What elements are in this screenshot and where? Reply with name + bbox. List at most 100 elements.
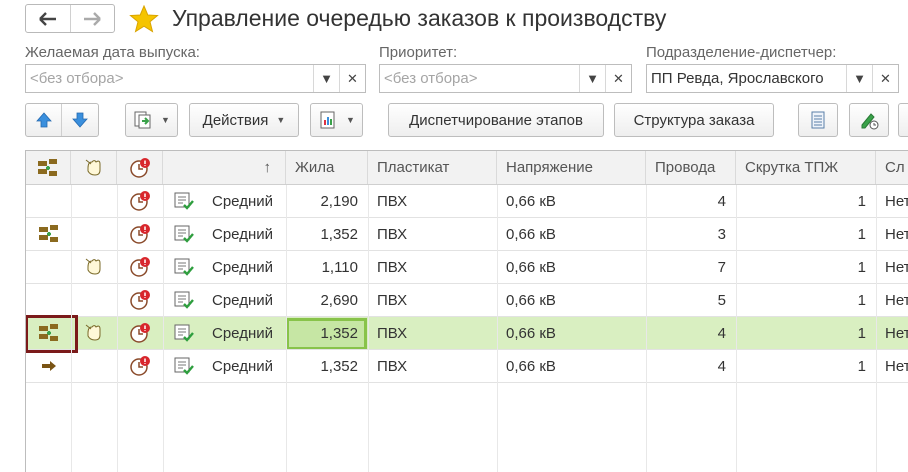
row-wires[interactable]: 4 (646, 317, 736, 349)
move-down-button[interactable] (62, 104, 98, 136)
row-voltage[interactable]: 0,66 кВ (497, 218, 646, 250)
filter-date-value[interactable]: <без отбора> (26, 65, 313, 92)
header-core[interactable]: Жила (286, 151, 368, 184)
row-last[interactable]: Нет (876, 251, 908, 283)
dispatch-stages-button[interactable]: Диспетчирование этапов (388, 103, 604, 137)
row-doc-cell[interactable] (173, 251, 203, 283)
row-plastic[interactable]: ПВХ (368, 185, 497, 217)
table-row[interactable]: Средний 1,352 ПВХ 0,66 кВ 4 1 Нет (26, 317, 908, 350)
row-reorder-cell[interactable] (26, 350, 71, 382)
row-priority[interactable]: Средний (212, 218, 286, 250)
edit-history-button[interactable] (849, 103, 889, 137)
table-row[interactable]: Средний 1,352 ПВХ 0,66 кВ 4 1 Нет (26, 350, 908, 383)
row-deadline-cell[interactable] (117, 350, 163, 382)
row-twist[interactable]: 1 (736, 251, 876, 283)
row-deadline-cell[interactable] (117, 317, 163, 349)
row-plastic[interactable]: ПВХ (368, 284, 497, 316)
row-reorder-cell[interactable] (26, 284, 71, 316)
header-twist[interactable]: Скрутка ТПЖ (736, 151, 876, 184)
move-up-button[interactable] (26, 104, 62, 136)
row-voltage[interactable]: 0,66 кВ (497, 284, 646, 316)
row-plastic[interactable]: ПВХ (368, 317, 497, 349)
row-core[interactable]: 1,110 (286, 251, 368, 283)
filter-priority-clear-button[interactable]: ✕ (605, 65, 631, 92)
row-priority[interactable]: Средний (212, 350, 286, 382)
row-twist[interactable]: 1 (736, 317, 876, 349)
row-wires[interactable]: 4 (646, 185, 736, 217)
row-priority[interactable]: Средний (212, 284, 286, 316)
row-priority[interactable]: Средний (212, 185, 286, 217)
row-last[interactable]: Нет (876, 218, 908, 250)
header-last[interactable]: Сл (876, 151, 908, 184)
row-wires[interactable]: 7 (646, 251, 736, 283)
header-deadline-column[interactable] (117, 151, 163, 184)
filter-priority-value[interactable]: <без отбора> (380, 65, 579, 92)
row-deadline-cell[interactable] (117, 218, 163, 250)
row-doc-cell[interactable] (173, 284, 203, 316)
table-row[interactable]: Средний 1,110 ПВХ 0,66 кВ 7 1 Нет (26, 251, 908, 284)
row-stop-cell[interactable] (71, 251, 117, 283)
row-last[interactable]: Нет (876, 350, 908, 382)
filter-department-value[interactable]: ПП Ревда, Ярославского (647, 65, 846, 92)
row-stop-cell[interactable] (71, 284, 117, 316)
row-twist[interactable]: 1 (736, 350, 876, 382)
filter-date-dropdown-button[interactable]: ▼ (313, 65, 339, 92)
row-plastic[interactable]: ПВХ (368, 218, 497, 250)
row-reorder-cell[interactable] (26, 218, 71, 250)
row-reorder-cell[interactable] (26, 185, 71, 217)
list-view-button[interactable] (798, 103, 838, 137)
header-reorder-column[interactable] (26, 151, 71, 184)
row-voltage[interactable]: 0,66 кВ (497, 251, 646, 283)
order-structure-button[interactable]: Структура заказа (614, 103, 774, 137)
table-row[interactable]: Средний 2,190 ПВХ 0,66 кВ 4 1 Нет (26, 185, 908, 218)
row-twist[interactable]: 1 (736, 284, 876, 316)
filter-priority-field[interactable]: <без отбора> ▼ ✕ (379, 64, 632, 93)
row-voltage[interactable]: 0,66 кВ (497, 185, 646, 217)
row-reorder-cell[interactable] (26, 251, 71, 283)
row-twist[interactable]: 1 (736, 218, 876, 250)
header-stop-column[interactable] (71, 151, 117, 184)
row-doc-cell[interactable] (173, 317, 203, 349)
forward-button[interactable] (69, 5, 115, 32)
row-wires[interactable]: 5 (646, 284, 736, 316)
row-plastic[interactable]: ПВХ (368, 251, 497, 283)
row-deadline-cell[interactable] (117, 251, 163, 283)
row-twist[interactable]: 1 (736, 185, 876, 217)
header-priority-column[interactable]: ↑ (163, 151, 286, 184)
row-core[interactable]: 1,352 (286, 317, 368, 349)
row-last[interactable]: Нет (876, 317, 908, 349)
actions-button[interactable]: Действия ▼ (189, 103, 299, 137)
row-deadline-cell[interactable] (117, 185, 163, 217)
header-plastic[interactable]: Пластикат (368, 151, 497, 184)
row-wires[interactable]: 4 (646, 350, 736, 382)
back-button[interactable] (26, 5, 70, 32)
create-based-on-button[interactable]: ▼ (125, 103, 178, 137)
filter-department-clear-button[interactable]: ✕ (872, 65, 898, 92)
row-last[interactable]: Нет (876, 185, 908, 217)
favorite-star-icon[interactable] (129, 5, 159, 33)
row-doc-cell[interactable] (173, 350, 203, 382)
row-core[interactable]: 1,352 (286, 218, 368, 250)
row-stop-cell[interactable] (71, 185, 117, 217)
table-row[interactable]: Средний 2,690 ПВХ 0,66 кВ 5 1 Нет (26, 284, 908, 317)
reports-button[interactable]: ▼ (310, 103, 363, 137)
row-doc-cell[interactable] (173, 185, 203, 217)
row-core[interactable]: 2,190 (286, 185, 368, 217)
table-row[interactable]: Средний 1,352 ПВХ 0,66 кВ 3 1 Нет (26, 218, 908, 251)
row-plastic[interactable]: ПВХ (368, 350, 497, 382)
row-doc-cell[interactable] (173, 218, 203, 250)
row-deadline-cell[interactable] (117, 284, 163, 316)
row-priority[interactable]: Средний (212, 251, 286, 283)
row-stop-cell[interactable] (71, 350, 117, 382)
filter-department-dropdown-button[interactable]: ▼ (846, 65, 872, 92)
row-wires[interactable]: 3 (646, 218, 736, 250)
row-core[interactable]: 2,690 (286, 284, 368, 316)
row-last[interactable]: Нет (876, 284, 908, 316)
header-wires[interactable]: Провода (646, 151, 736, 184)
row-voltage[interactable]: 0,66 кВ (497, 350, 646, 382)
filter-priority-dropdown-button[interactable]: ▼ (579, 65, 605, 92)
row-voltage[interactable]: 0,66 кВ (497, 317, 646, 349)
filter-date-clear-button[interactable]: ✕ (339, 65, 365, 92)
filter-department-field[interactable]: ПП Ревда, Ярославского ▼ ✕ (646, 64, 899, 93)
row-core[interactable]: 1,352 (286, 350, 368, 382)
